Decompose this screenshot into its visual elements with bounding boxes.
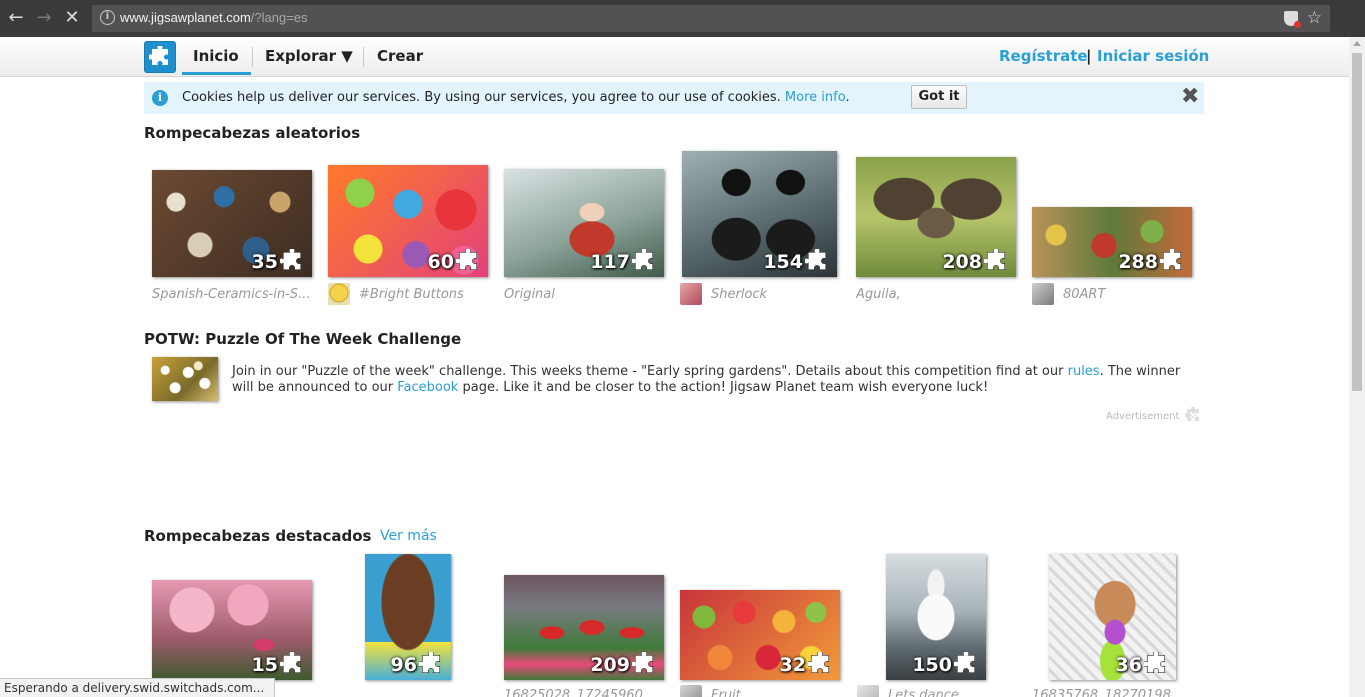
info-icon: i [152, 90, 168, 106]
piece-count: 15 [251, 654, 278, 676]
forward-icon[interactable]: → [34, 8, 54, 28]
piece-count: 209 [590, 654, 630, 676]
rules-link[interactable]: rules [1068, 364, 1100, 379]
nav-inicio[interactable]: Inicio [193, 47, 239, 65]
scroll-up-arrow-icon[interactable] [1353, 41, 1361, 46]
puzzle-thumb[interactable]: 96 [365, 554, 451, 680]
piece-count: 208 [942, 251, 982, 273]
puzzle-caption[interactable]: 16835768_1827019856... [1032, 688, 1192, 697]
piece-count: 117 [590, 251, 630, 273]
puzzle-piece-icon [1160, 249, 1182, 271]
url-path: /?lang=es [250, 10, 308, 25]
puzzle-caption[interactable]: Spanish-Ceramics-in-S... [152, 287, 312, 302]
scrollbar-thumb[interactable] [1352, 53, 1362, 391]
facebook-link[interactable]: Facebook [397, 380, 458, 395]
puzzle-thumb[interactable]: 288 [1032, 207, 1192, 277]
ad-close-icon[interactable] [1185, 407, 1201, 423]
potw-text-1: Join in our "Puzzle of the week" challen… [232, 364, 1068, 379]
extension-icon[interactable] [1284, 11, 1301, 28]
see-more-link[interactable]: Ver más [380, 528, 437, 544]
puzzle-thumb[interactable]: 35 [152, 170, 312, 277]
puzzle-thumb[interactable]: 154 [682, 151, 837, 277]
puzzle-thumb[interactable]: 60 [328, 165, 488, 277]
advertisement-label: Advertisement [1106, 411, 1180, 422]
puzzle-piece-icon [984, 249, 1006, 271]
author-avatar[interactable] [857, 685, 879, 697]
piece-count: 154 [763, 251, 803, 273]
potw-description: Join in our "Puzzle of the week" challen… [232, 364, 1182, 396]
site-info-icon[interactable]: i [100, 10, 115, 25]
cookie-text: Cookies help us deliver our services. By… [182, 90, 781, 105]
puzzle-piece-icon [632, 249, 654, 271]
potw-thumbnail[interactable] [152, 357, 218, 401]
puzzle-thumb[interactable]: 208 [856, 157, 1016, 277]
puzzle-thumb[interactable]: 15 [152, 580, 312, 680]
puzzle-caption[interactable]: 80ART [1063, 287, 1183, 302]
puzzle-piece-icon [805, 249, 827, 271]
site-header: Inicio Explorar ▼ Crear Regístrate | Ini… [0, 37, 1349, 77]
puzzle-thumb[interactable]: 150 [886, 554, 986, 680]
nav-explorar-dropdown[interactable]: Explorar ▼ [265, 47, 353, 65]
jigsawplanet-logo[interactable] [144, 41, 176, 73]
puzzle-piece-icon [419, 652, 441, 674]
bookmark-star-icon[interactable]: ☆ [1307, 8, 1322, 28]
cookie-banner: i Cookies help us deliver our services. … [144, 82, 1204, 114]
cookie-period: . [845, 90, 850, 105]
featured-puzzles-title: Rompecabezas destacados [144, 527, 372, 545]
more-info-link[interactable]: More info [785, 90, 846, 105]
piece-count: 36 [1115, 654, 1142, 676]
stop-loading-icon[interactable]: ✕ [62, 8, 82, 28]
puzzle-piece-icon [456, 249, 478, 271]
puzzle-thumb[interactable]: 117 [504, 169, 664, 277]
puzzle-caption[interactable]: Sherlock [711, 287, 831, 302]
nav-divider [252, 47, 253, 67]
cookie-message: Cookies help us deliver our services. By… [182, 90, 850, 105]
back-icon[interactable]: ← [6, 8, 26, 28]
cookie-got-it-button[interactable]: Got it [911, 85, 967, 109]
author-avatar[interactable] [680, 685, 702, 697]
piece-count: 288 [1118, 251, 1158, 273]
piece-count: 32 [779, 654, 806, 676]
nav-crear[interactable]: Crear [377, 47, 423, 65]
nav-inicio-active-indicator [182, 72, 251, 75]
puzzle-caption[interactable]: Lets dance [888, 688, 1008, 697]
puzzle-piece-icon [808, 652, 830, 674]
close-icon[interactable]: ✖ [1181, 86, 1199, 108]
piece-count: 150 [912, 654, 952, 676]
puzzle-piece-icon [1144, 652, 1166, 674]
piece-count: 96 [390, 654, 417, 676]
browser-status-bubble: Esperando a delivery.swid.switchads.com.… [0, 678, 276, 697]
puzzle-logo-icon [149, 46, 168, 65]
potw-title: POTW: Puzzle Of The Week Challenge [144, 330, 462, 348]
author-avatar[interactable] [1032, 283, 1054, 305]
login-link[interactable]: Iniciar sesión [1097, 47, 1209, 65]
author-avatar[interactable] [328, 283, 350, 305]
puzzle-piece-icon [280, 652, 302, 674]
address-bar[interactable]: i www.jigsawplanet.com/?lang=es ☆ [92, 5, 1330, 32]
random-puzzles-title: Rompecabezas aleatorios [144, 124, 361, 142]
browser-toolbar: ← → ✕ i www.jigsawplanet.com/?lang=es ☆ [0, 0, 1365, 37]
author-avatar[interactable] [680, 283, 702, 305]
puzzle-piece-icon [280, 249, 302, 271]
puzzle-thumb[interactable]: 36 [1049, 554, 1176, 680]
puzzle-thumb[interactable]: 32 [680, 590, 840, 680]
auth-separator: | [1086, 47, 1092, 65]
potw-text-3: page. Like it and be closer to the actio… [458, 380, 989, 395]
puzzle-thumb[interactable]: 209 [504, 575, 664, 680]
puzzle-caption[interactable]: Original [504, 287, 664, 302]
puzzle-caption[interactable]: 16825028_1724596007... [504, 688, 664, 697]
puzzle-piece-icon [954, 652, 976, 674]
puzzle-caption[interactable]: #Bright Buttons [359, 287, 489, 302]
puzzle-piece-icon [632, 652, 654, 674]
piece-count: 35 [251, 251, 278, 273]
puzzle-caption[interactable]: Fruit [711, 688, 831, 697]
register-link[interactable]: Regístrate [999, 47, 1088, 65]
puzzle-caption[interactable]: Aguila, [856, 287, 1016, 302]
nav-divider [363, 47, 364, 67]
piece-count: 60 [427, 251, 454, 273]
url-text[interactable]: www.jigsawplanet.com/?lang=es [120, 10, 308, 25]
page-scrollbar[interactable] [1349, 37, 1365, 697]
url-host: www.jigsawplanet.com [120, 10, 251, 25]
page-viewport: Inicio Explorar ▼ Crear Regístrate | Ini… [0, 37, 1349, 697]
